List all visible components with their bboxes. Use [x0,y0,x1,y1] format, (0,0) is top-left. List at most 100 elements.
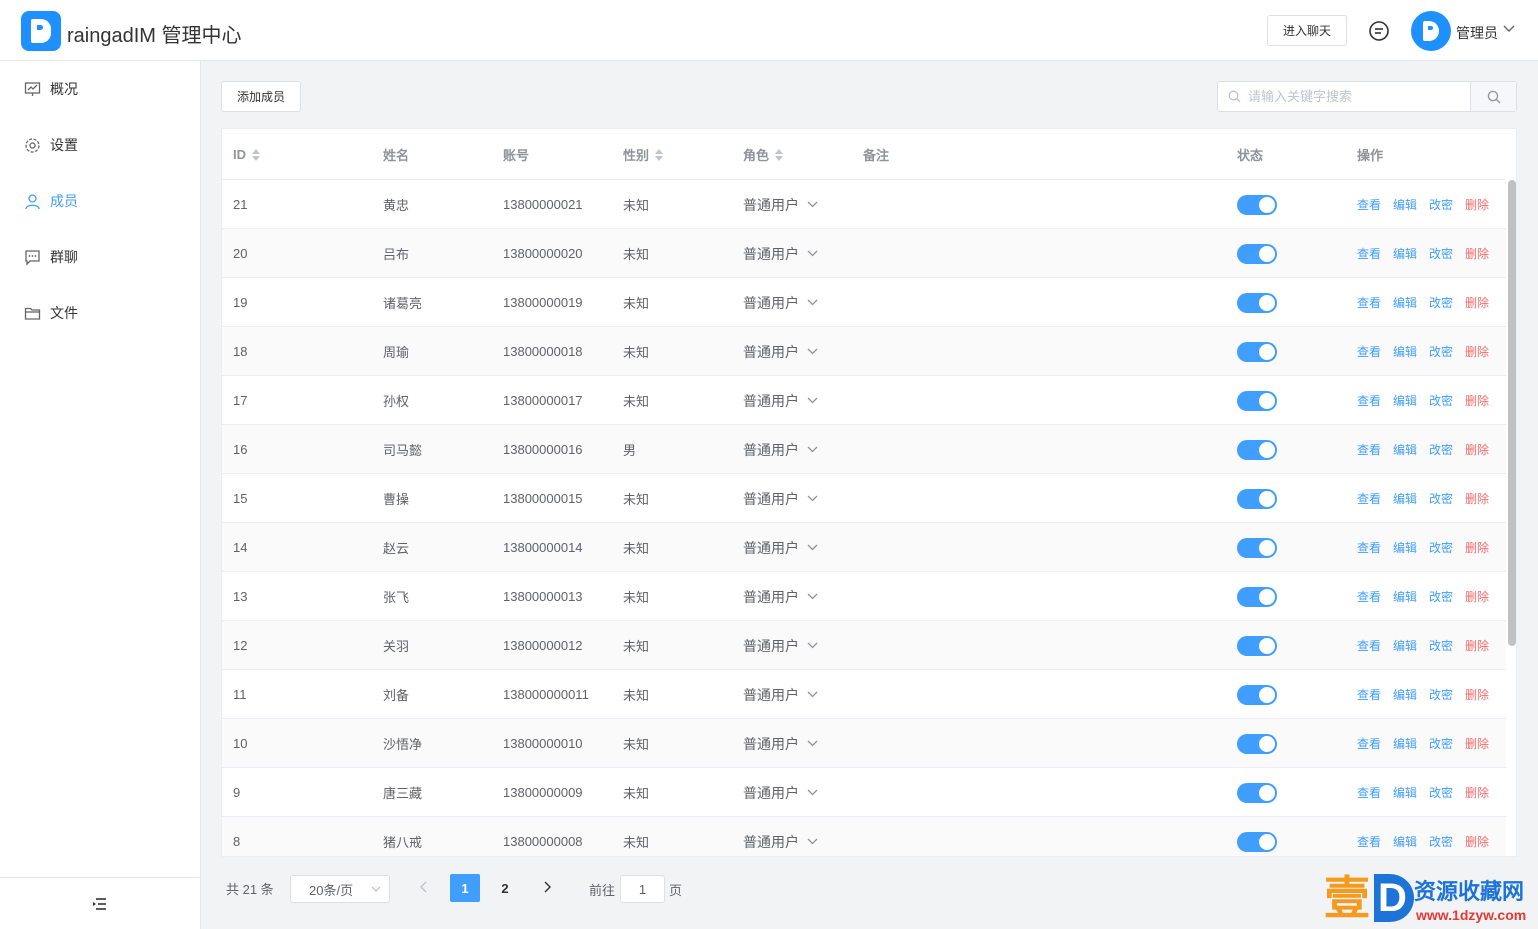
cell-status[interactable] [1237,621,1277,670]
cell-role[interactable]: 普通用户 [743,719,818,768]
status-toggle[interactable] [1237,733,1277,754]
delete-button[interactable]: 删除 [1465,196,1489,213]
cell-role[interactable]: 普通用户 [743,229,818,278]
cell-status[interactable] [1237,572,1277,621]
edit-button[interactable]: 编辑 [1393,490,1417,507]
page-button-2[interactable]: 2 [490,874,520,902]
delete-button[interactable]: 删除 [1465,392,1489,409]
status-toggle[interactable] [1237,635,1277,656]
delete-button[interactable]: 删除 [1465,294,1489,311]
prev-page-icon[interactable] [417,880,431,894]
chevron-down-icon[interactable] [1503,25,1515,33]
change-password-button[interactable]: 改密 [1429,392,1453,409]
cell-status[interactable] [1237,719,1277,768]
cell-status[interactable] [1237,376,1277,425]
cell-status[interactable] [1237,278,1277,327]
status-toggle[interactable] [1237,390,1277,411]
delete-button[interactable]: 删除 [1465,343,1489,360]
change-password-button[interactable]: 改密 [1429,245,1453,262]
change-password-button[interactable]: 改密 [1429,294,1453,311]
column-header-gender[interactable]: 性别 [623,129,664,180]
edit-button[interactable]: 编辑 [1393,245,1417,262]
status-toggle[interactable] [1237,684,1277,705]
change-password-button[interactable]: 改密 [1429,735,1453,752]
view-button[interactable]: 查看 [1357,392,1381,409]
status-toggle[interactable] [1237,586,1277,607]
delete-button[interactable]: 删除 [1465,539,1489,556]
edit-button[interactable]: 编辑 [1393,294,1417,311]
edit-button[interactable]: 编辑 [1393,441,1417,458]
delete-button[interactable]: 删除 [1465,637,1489,654]
status-toggle[interactable] [1237,537,1277,558]
status-toggle[interactable] [1237,488,1277,509]
view-button[interactable]: 查看 [1357,490,1381,507]
search-button[interactable] [1470,82,1516,111]
cell-role[interactable]: 普通用户 [743,327,818,376]
sort-icon[interactable] [252,148,260,161]
role-select[interactable]: 普通用户 [743,293,818,313]
change-password-button[interactable]: 改密 [1429,784,1453,801]
page-size-select[interactable]: 20条/页 [290,875,390,903]
view-button[interactable]: 查看 [1357,735,1381,752]
edit-button[interactable]: 编辑 [1393,833,1417,850]
cell-role[interactable]: 普通用户 [743,425,818,474]
change-password-button[interactable]: 改密 [1429,441,1453,458]
role-select[interactable]: 普通用户 [743,195,818,215]
role-select[interactable]: 普通用户 [743,342,818,362]
role-select[interactable]: 普通用户 [743,734,818,754]
edit-button[interactable]: 编辑 [1393,735,1417,752]
cell-status[interactable] [1237,425,1277,474]
cell-status[interactable] [1237,768,1277,817]
change-password-button[interactable]: 改密 [1429,196,1453,213]
avatar[interactable] [1411,11,1451,51]
edit-button[interactable]: 编辑 [1393,196,1417,213]
delete-button[interactable]: 删除 [1465,588,1489,605]
role-select[interactable]: 普通用户 [743,440,818,460]
view-button[interactable]: 查看 [1357,833,1381,850]
status-toggle[interactable] [1237,194,1277,215]
view-button[interactable]: 查看 [1357,294,1381,311]
sidebar-item-settings[interactable]: 设置 [0,117,200,173]
cell-role[interactable]: 普通用户 [743,523,818,572]
cell-role[interactable]: 普通用户 [743,278,818,327]
sidebar-item-groups[interactable]: 群聊 [0,229,200,285]
cell-role[interactable]: 普通用户 [743,376,818,425]
role-select[interactable]: 普通用户 [743,587,818,607]
view-button[interactable]: 查看 [1357,784,1381,801]
change-password-button[interactable]: 改密 [1429,833,1453,850]
cell-status[interactable] [1237,327,1277,376]
change-password-button[interactable]: 改密 [1429,343,1453,360]
message-icon[interactable] [1368,20,1390,42]
edit-button[interactable]: 编辑 [1393,343,1417,360]
view-button[interactable]: 查看 [1357,686,1381,703]
cell-role[interactable]: 普通用户 [743,670,818,719]
column-header-id[interactable]: ID [233,129,260,180]
page-button-1[interactable]: 1 [450,874,480,902]
sidebar-collapse-button[interactable] [0,877,200,929]
cell-status[interactable] [1237,817,1277,856]
status-toggle[interactable] [1237,292,1277,313]
role-select[interactable]: 普通用户 [743,244,818,264]
change-password-button[interactable]: 改密 [1429,539,1453,556]
role-select[interactable]: 普通用户 [743,636,818,656]
sort-icon[interactable] [655,148,664,161]
view-button[interactable]: 查看 [1357,196,1381,213]
sidebar-item-files[interactable]: 文件 [0,285,200,341]
change-password-button[interactable]: 改密 [1429,637,1453,654]
delete-button[interactable]: 删除 [1465,686,1489,703]
delete-button[interactable]: 删除 [1465,784,1489,801]
role-select[interactable]: 普通用户 [743,489,818,509]
role-select[interactable]: 普通用户 [743,783,818,803]
delete-button[interactable]: 删除 [1465,490,1489,507]
edit-button[interactable]: 编辑 [1393,392,1417,409]
edit-button[interactable]: 编辑 [1393,588,1417,605]
delete-button[interactable]: 删除 [1465,833,1489,850]
cell-status[interactable] [1237,523,1277,572]
status-toggle[interactable] [1237,243,1277,264]
status-toggle[interactable] [1237,439,1277,460]
view-button[interactable]: 查看 [1357,245,1381,262]
sidebar-item-members[interactable]: 成员 [0,173,200,229]
search-input[interactable] [1218,82,1470,111]
role-select[interactable]: 普通用户 [743,685,818,705]
edit-button[interactable]: 编辑 [1393,637,1417,654]
